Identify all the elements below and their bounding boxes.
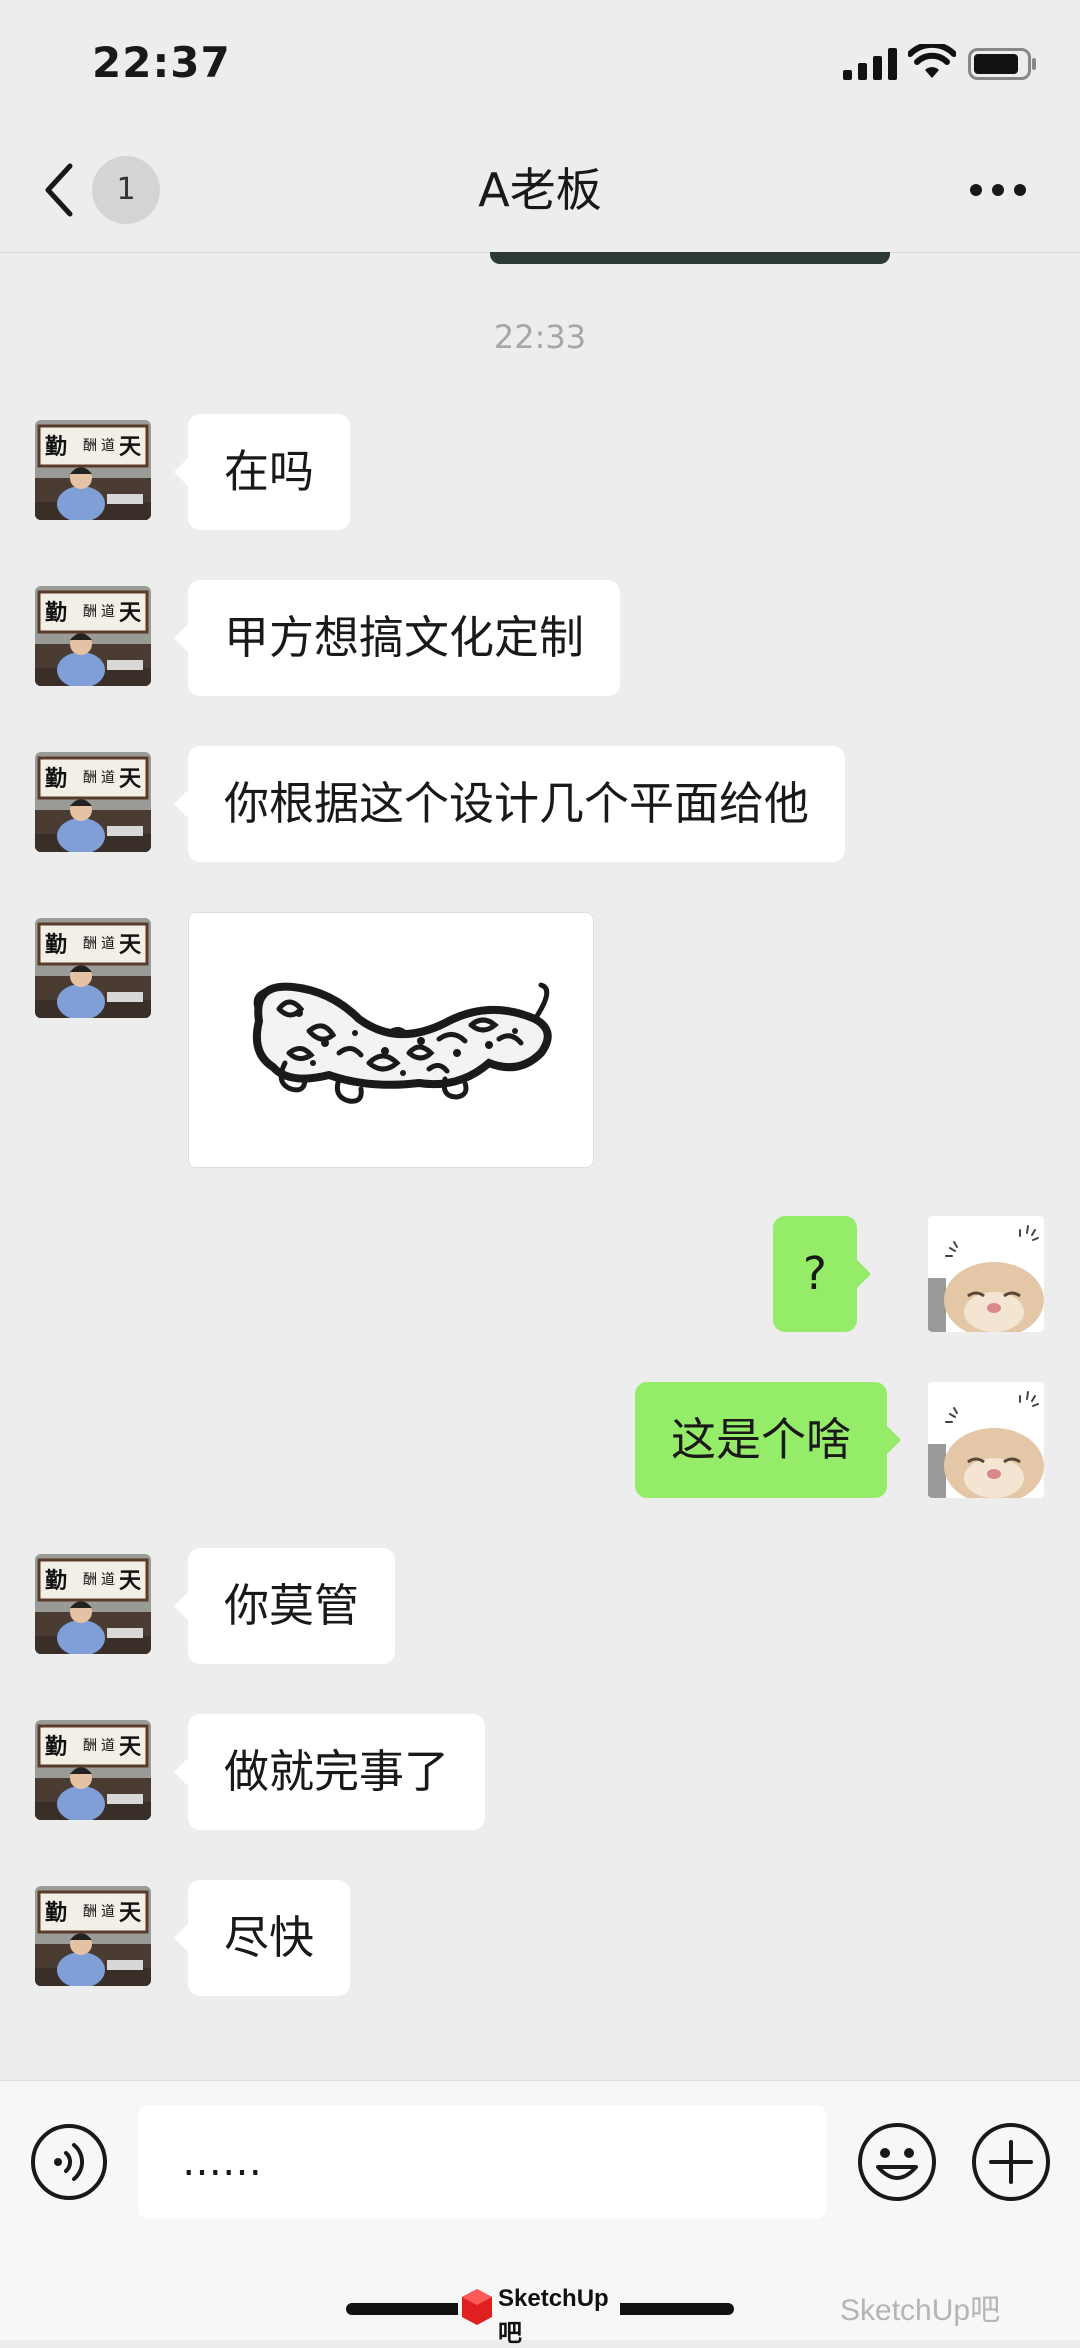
sender-avatar[interactable] xyxy=(35,1554,151,1654)
emoji-icon[interactable] xyxy=(856,2121,938,2203)
message-input[interactable]: …… xyxy=(138,2105,826,2219)
sender-avatar[interactable] xyxy=(35,420,151,520)
sender-avatar[interactable] xyxy=(35,1886,151,1986)
image-message[interactable] xyxy=(188,912,594,1168)
wifi-icon xyxy=(908,44,956,78)
outgoing-message-bubble[interactable]: ? xyxy=(773,1216,871,1332)
chat-input-bar: …… SketchUp吧 SketchUp吧 xyxy=(0,2080,1080,2347)
signal-icon xyxy=(843,48,897,80)
battery-icon xyxy=(968,48,1036,80)
more-options-icon[interactable] xyxy=(968,182,1028,198)
chat-title: A老板 xyxy=(478,163,602,217)
chat-header: 1 A老板 xyxy=(0,130,1080,253)
incoming-message-bubble[interactable]: 甲方想搞文化定制 xyxy=(173,580,621,696)
my-avatar[interactable] xyxy=(927,1216,1045,1332)
sketchup-logo: SketchUp吧 xyxy=(458,2283,620,2347)
outgoing-message-bubble[interactable]: 这是个啥 xyxy=(635,1382,902,1498)
previous-image-message[interactable] xyxy=(490,252,890,264)
incoming-message-bubble[interactable]: 你莫管 xyxy=(173,1548,396,1664)
sender-avatar[interactable] xyxy=(35,752,151,852)
incoming-message-bubble[interactable]: 你根据这个设计几个平面给他 xyxy=(173,746,846,862)
incoming-message-bubble[interactable]: 在吗 xyxy=(173,414,351,530)
message-input-text: …… xyxy=(182,2139,262,2185)
voice-input-icon[interactable] xyxy=(30,2123,108,2201)
sender-avatar[interactable] xyxy=(35,1720,151,1820)
my-avatar[interactable] xyxy=(927,1382,1045,1498)
message-timestamp: 22:33 xyxy=(493,318,587,356)
cube-logo-icon xyxy=(462,2289,492,2325)
incoming-message-bubble[interactable]: 尽快 xyxy=(173,1880,351,1996)
sender-avatar[interactable] xyxy=(35,586,151,686)
watermark-account: SketchUp吧 xyxy=(840,2294,1001,2327)
incoming-message-bubble[interactable]: 做就完事了 xyxy=(173,1714,486,1830)
status-bar: 22:37 xyxy=(0,0,1080,130)
sender-avatar[interactable] xyxy=(35,918,151,1018)
dragon-pattern-image xyxy=(252,982,552,1104)
status-time: 22:37 xyxy=(92,38,231,87)
more-actions-plus-icon[interactable] xyxy=(970,2121,1052,2203)
